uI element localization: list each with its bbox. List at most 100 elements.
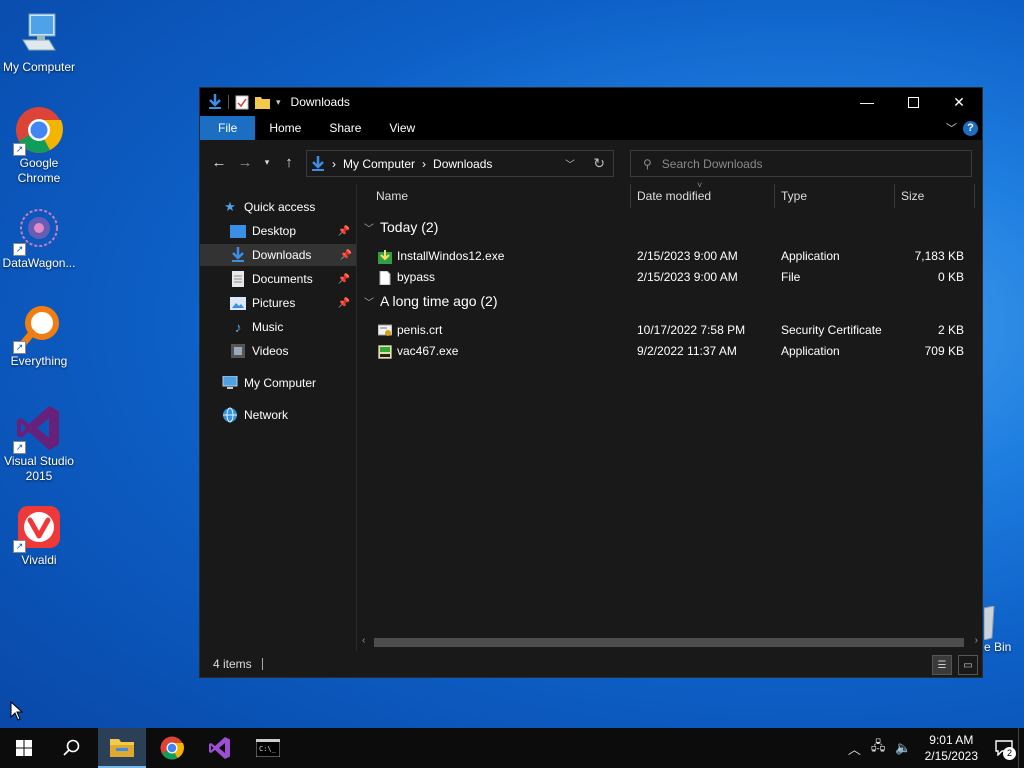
file-row[interactable]: InstallWindos12.exe 2/15/2023 9:00 AM Ap…	[358, 246, 978, 267]
taskbar-visual-studio[interactable]	[196, 728, 244, 768]
nav-music[interactable]: ♪ Music	[230, 316, 354, 338]
ribbon-tabs: File Home Share View ﹀ ?	[200, 116, 982, 140]
search-button[interactable]	[48, 728, 96, 768]
desktop-icon-vivaldi[interactable]: ↗ Vivaldi	[1, 503, 77, 568]
details-view-button[interactable]: ☰	[932, 655, 952, 675]
file-row[interactable]: bypass 2/15/2023 9:00 AM File 0 KB	[358, 267, 978, 288]
expand-ribbon-chevron-icon[interactable]: ﹀	[946, 120, 957, 136]
column-divider[interactable]	[630, 184, 631, 208]
desktop-icon-label: Visual Studio 2015	[4, 454, 74, 483]
blank-file-icon	[379, 270, 391, 285]
column-header-size[interactable]: Size	[901, 184, 924, 208]
forward-button[interactable]: →	[232, 149, 258, 175]
maximize-button[interactable]	[890, 88, 936, 116]
desktop-icon-visual-studio[interactable]: ↗ Visual Studio 2015	[1, 404, 77, 484]
navigation-bar: ← → ▾ ↑ › My Computer › Downloads ﹀ ↻ ⚲ …	[200, 140, 982, 184]
column-header-type[interactable]: Type	[781, 184, 807, 208]
desktop-icon-recycle-bin[interactable]: e Bin	[984, 606, 1024, 654]
clock[interactable]: 9:01 AM 2/15/2023	[925, 732, 978, 764]
column-headers: Name Date modified ˅ Type Size	[358, 180, 978, 208]
back-button[interactable]: ←	[206, 149, 232, 175]
action-center-button[interactable]: 2	[990, 728, 1018, 768]
computer-icon	[222, 375, 238, 391]
nav-documents[interactable]: Documents 📌	[230, 268, 354, 290]
nav-videos[interactable]: Videos	[230, 340, 354, 362]
address-bar[interactable]: › My Computer › Downloads ﹀ ↻	[306, 150, 614, 177]
taskbar-chrome[interactable]	[148, 728, 196, 768]
nav-network[interactable]: Network	[222, 404, 354, 426]
separator	[228, 95, 229, 109]
nav-downloads[interactable]: Downloads 📌	[200, 244, 356, 266]
group-header-today[interactable]: ﹀ Today (2)	[364, 219, 438, 235]
tab-view[interactable]: View	[375, 116, 429, 140]
shortcut-arrow-icon: ↗	[13, 441, 26, 454]
shortcut-arrow-icon: ↗	[13, 243, 26, 256]
desktop-icon-my-computer[interactable]: My Computer	[1, 10, 77, 75]
taskbar: C:\_ ︿ 🖧 🔈 9:01 AM 2/15/2023 2	[0, 728, 1024, 768]
nav-label: Quick access	[244, 200, 316, 214]
nav-desktop[interactable]: Desktop 📌	[230, 220, 354, 242]
customize-toolbar-chevron-icon[interactable]: ▾	[276, 97, 281, 108]
tab-home[interactable]: Home	[255, 116, 315, 140]
desktop-icon-label: DataWagon...	[2, 256, 76, 270]
large-icons-view-button[interactable]: ▭	[958, 655, 978, 675]
refresh-icon[interactable]: ↻	[593, 155, 605, 172]
scrollbar-thumb[interactable]	[374, 638, 964, 647]
breadcrumb-downloads[interactable]: Downloads	[433, 157, 492, 171]
file-row[interactable]: penis.crt 10/17/2022 7:58 PM Security Ce…	[358, 320, 978, 341]
installer-icon	[378, 249, 392, 264]
chrome-icon	[160, 736, 184, 760]
column-header-name[interactable]: Name	[376, 184, 408, 208]
scroll-left-icon[interactable]: ‹	[362, 635, 365, 646]
up-button[interactable]: ↑	[276, 149, 302, 175]
show-desktop-button[interactable]	[1018, 728, 1024, 768]
desktop-icon-datawagon[interactable]: ↗ DataWagon...	[1, 206, 77, 271]
title-bar[interactable]: ▾ Downloads — ✕	[200, 88, 982, 116]
desktop-icon-label: Vivaldi	[21, 553, 57, 567]
file-type: File	[781, 270, 801, 284]
file-name: penis.crt	[397, 323, 443, 337]
desktop-icon-google-chrome[interactable]: ↗ Google Chrome	[1, 106, 77, 186]
nav-quick-access[interactable]: ★ Quick access	[222, 196, 354, 218]
taskbar-file-explorer[interactable]	[98, 728, 146, 768]
show-hidden-icons-chevron-icon[interactable]: ︿	[848, 739, 861, 758]
nav-pictures[interactable]: Pictures 📌	[230, 292, 354, 314]
network-status-icon[interactable]: 🖧	[871, 737, 886, 759]
search-icon: ⚲	[643, 156, 652, 171]
file-explorer-icon	[110, 739, 134, 757]
address-dropdown-icon[interactable]: ﹀	[565, 156, 575, 171]
minimize-icon: —	[860, 94, 874, 110]
scroll-right-icon[interactable]: ›	[975, 635, 978, 646]
visual-studio-icon	[209, 737, 230, 759]
column-divider[interactable]	[894, 184, 895, 208]
breadcrumb-separator-icon: ›	[422, 156, 427, 171]
back-arrow-icon: ←	[211, 153, 227, 171]
close-button[interactable]: ✕	[936, 88, 982, 116]
vivaldi-icon: ↗	[13, 503, 63, 553]
properties-icon[interactable]	[235, 95, 249, 110]
group-header-a-long-time-ago[interactable]: ﹀ A long time ago (2)	[364, 293, 498, 309]
documents-icon	[230, 271, 246, 287]
column-divider[interactable]	[774, 184, 775, 208]
taskbar-command-prompt[interactable]: C:\_	[244, 728, 292, 768]
search-box[interactable]: ⚲ Search Downloads	[630, 150, 972, 177]
start-button[interactable]	[0, 728, 48, 768]
nav-my-computer[interactable]: My Computer	[222, 372, 354, 394]
file-size: 709 KB	[924, 344, 964, 358]
desktop-icon-everything[interactable]: ↗ Everything	[1, 304, 77, 369]
file-type: Application	[781, 344, 840, 358]
pin-icon: 📌	[339, 249, 352, 261]
horizontal-scrollbar[interactable]: ‹ ›	[358, 633, 982, 651]
file-name: bypass	[397, 270, 436, 284]
volume-icon[interactable]: 🔈	[895, 740, 911, 756]
forward-arrow-icon: →	[237, 153, 253, 171]
breadcrumb-my-computer[interactable]: My Computer	[343, 157, 415, 171]
recent-locations-button[interactable]: ▾	[258, 149, 276, 175]
tab-share[interactable]: Share	[315, 116, 375, 140]
tab-file[interactable]: File	[200, 116, 256, 140]
new-folder-icon[interactable]	[255, 95, 270, 109]
minimize-button[interactable]: —	[844, 88, 890, 116]
file-row[interactable]: vac467.exe 9/2/2022 11:37 AM Application…	[358, 341, 978, 362]
help-icon[interactable]: ?	[963, 120, 978, 136]
column-divider[interactable]	[974, 184, 975, 208]
